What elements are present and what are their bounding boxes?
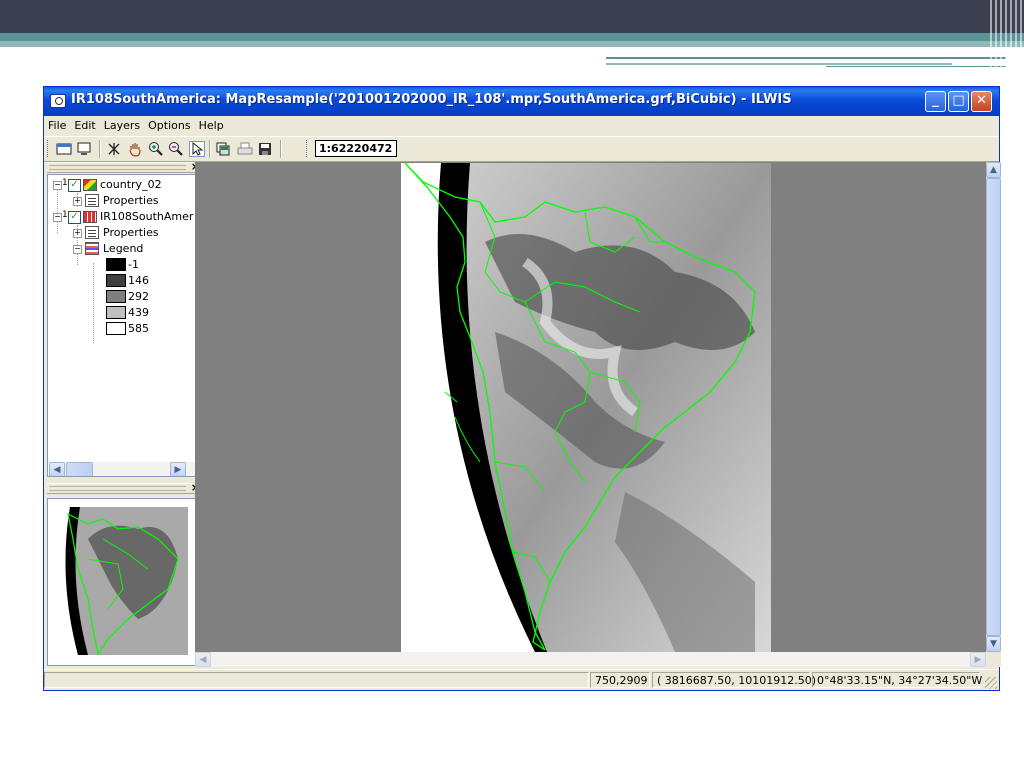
- legend-value: 292: [128, 290, 149, 303]
- slide-stripes: [990, 0, 1024, 70]
- legend-value: 585: [128, 322, 149, 335]
- toolbar: 1:62220472: [44, 136, 999, 162]
- layer-name: IR108SouthAmer: [100, 210, 194, 223]
- legend-icon: [85, 242, 99, 255]
- print-icon[interactable]: [237, 141, 253, 157]
- window-title: IR108SouthAmerica: MapResample('20100120…: [71, 92, 792, 107]
- tree-horizontal-scrollbar[interactable]: ◀ ▶: [49, 462, 202, 476]
- title-bar[interactable]: IR108SouthAmerica: MapResample('20100120…: [44, 87, 999, 116]
- menu-file[interactable]: File: [44, 116, 70, 136]
- raster-map-icon: [83, 211, 97, 223]
- status-latlon: 0°48'33.15"N, 34°27'34.50"W: [812, 672, 982, 688]
- layer-tree: − 1 ✓ country_02 + Properties − 1 ✓ IR10…: [47, 174, 204, 477]
- layer-name: country_02: [100, 178, 162, 191]
- toolbar-grip[interactable]: [306, 140, 310, 157]
- menu-options[interactable]: Options: [144, 116, 194, 136]
- scroll-left-icon[interactable]: ◀: [49, 462, 65, 476]
- collapse-icon[interactable]: −: [53, 213, 62, 222]
- toolbar-separator: [99, 140, 101, 158]
- scroll-up-icon[interactable]: ▲: [986, 162, 1001, 178]
- slide-rule: [606, 63, 952, 65]
- legend-label: Legend: [103, 242, 144, 255]
- slide-rule: [826, 66, 1006, 67]
- toolbar-separator: [209, 140, 211, 158]
- slide-header-bar: [0, 0, 1024, 33]
- collapse-icon[interactable]: −: [53, 181, 62, 190]
- slide-rule: [606, 57, 1006, 59]
- satellite-image-canvas[interactable]: [195, 162, 986, 652]
- pan-icon[interactable]: [127, 141, 143, 157]
- measure-distance-icon[interactable]: [106, 141, 122, 157]
- legend-value: 146: [128, 274, 149, 287]
- legend-swatch: [106, 306, 126, 319]
- maximize-button[interactable]: □: [948, 91, 969, 112]
- slide-accent-band-light: [0, 41, 1024, 47]
- scroll-right-icon[interactable]: ▶: [170, 462, 186, 476]
- select-pointer-icon[interactable]: [189, 141, 205, 157]
- save-icon[interactable]: [257, 141, 273, 157]
- layer-visible-checkbox[interactable]: ✓: [68, 179, 81, 192]
- overview-map: [48, 499, 203, 665]
- legend-swatch: [106, 258, 126, 271]
- scrollbar-corner: [986, 652, 1001, 667]
- legend-swatch: [106, 322, 126, 335]
- zoom-in-icon[interactable]: [148, 141, 164, 157]
- properties-icon: [85, 226, 99, 239]
- legend-value: 439: [128, 306, 149, 319]
- scroll-thumb[interactable]: [986, 178, 1001, 636]
- legend-swatch: [106, 290, 126, 303]
- scale-field[interactable]: 1:62220472: [315, 140, 397, 157]
- close-button[interactable]: ✕: [971, 91, 992, 112]
- entire-map-icon[interactable]: [56, 141, 72, 157]
- map-window-icon[interactable]: [50, 94, 66, 108]
- status-message: [44, 672, 589, 688]
- map-view[interactable]: [195, 162, 986, 652]
- expand-icon[interactable]: +: [73, 229, 82, 238]
- layer-index: 1: [62, 178, 68, 188]
- scroll-right-icon[interactable]: ▶: [970, 652, 986, 667]
- scroll-down-icon[interactable]: ▼: [986, 636, 1001, 652]
- toolbar-grip[interactable]: [47, 140, 51, 157]
- legend-swatch: [106, 274, 126, 287]
- collapse-icon[interactable]: −: [73, 245, 82, 254]
- polygon-map-icon: [83, 179, 97, 191]
- layer-management-pane: × − 1 ✓ country_02 + Properties: [47, 160, 204, 667]
- menu-help[interactable]: Help: [195, 116, 228, 136]
- resize-grip[interactable]: [985, 677, 997, 689]
- map-horizontal-scrollbar[interactable]: ◀ ▶: [195, 652, 986, 667]
- minimize-button[interactable]: _: [925, 91, 946, 112]
- status-bar: 750,2909 ( 3816687.50, 10101912.50) 0°48…: [44, 669, 999, 691]
- copy-icon[interactable]: [215, 141, 231, 157]
- normal-view-icon[interactable]: [76, 141, 92, 157]
- toolbar-separator: [280, 140, 282, 158]
- scroll-thumb[interactable]: [66, 462, 93, 476]
- layer-visible-checkbox[interactable]: ✓: [68, 211, 81, 224]
- menu-bar: File Edit Layers Options Help: [44, 116, 999, 136]
- expand-icon[interactable]: +: [73, 197, 82, 206]
- scroll-left-icon[interactable]: ◀: [195, 652, 211, 667]
- status-pixel-position: 750,2909: [590, 672, 650, 688]
- status-xy-coordinates: ( 3816687.50, 10101912.50): [652, 672, 816, 688]
- properties-label: Properties: [103, 194, 159, 207]
- menu-edit[interactable]: Edit: [70, 116, 99, 136]
- map-vertical-scrollbar[interactable]: ▲ ▼: [986, 162, 1001, 652]
- zoom-out-icon[interactable]: [168, 141, 184, 157]
- layer-index: 1: [62, 210, 68, 220]
- overview-window[interactable]: [47, 498, 204, 666]
- slide-accent-band: [0, 33, 1024, 41]
- menu-layers[interactable]: Layers: [100, 116, 144, 136]
- tree-connector: [93, 263, 94, 343]
- layer-pane-grip[interactable]: ×: [47, 160, 204, 173]
- legend-value: -1: [128, 258, 139, 271]
- properties-label: Properties: [103, 226, 159, 239]
- properties-icon: [85, 194, 99, 207]
- overview-pane-grip[interactable]: ×: [47, 481, 204, 494]
- ilwis-map-window: IR108SouthAmerica: MapResample('20100120…: [43, 86, 1001, 691]
- tree-connector: [57, 185, 58, 233]
